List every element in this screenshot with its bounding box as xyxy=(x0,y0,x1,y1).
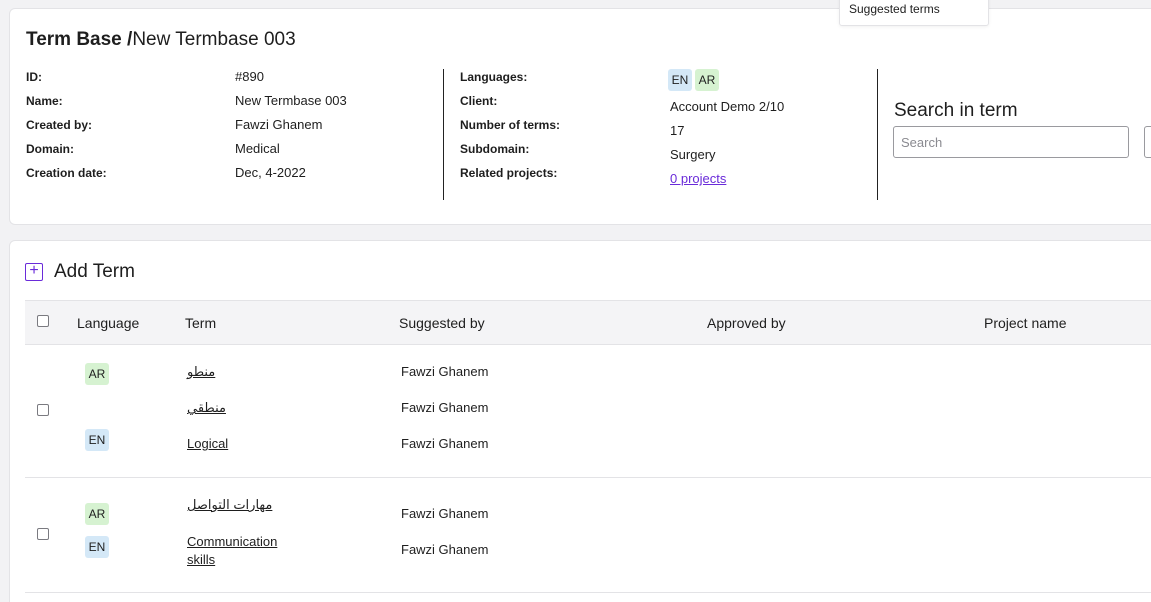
tooltip-text: Suggested terms xyxy=(849,2,940,16)
search-title: Search in term xyxy=(894,100,1018,121)
number-of-terms-value: 17 xyxy=(670,123,685,138)
row-separator xyxy=(25,477,1151,478)
id-label: ID: xyxy=(26,70,42,84)
created-by-value: Fawzi Ghanem xyxy=(235,117,323,132)
title-prefix: Term Base / xyxy=(26,29,133,50)
title-name: New Termbase 003 xyxy=(132,29,296,50)
suggested-by-value: Fawzi Ghanem xyxy=(401,364,489,379)
language-badge-ar: AR xyxy=(85,363,109,385)
suggested-terms-tooltip: Suggested terms xyxy=(839,0,989,26)
termbase-header-card: Term Base /New Termbase 003 ID: #890 Nam… xyxy=(9,8,1151,225)
row-separator xyxy=(25,592,1151,593)
subdomain-value: Surgery xyxy=(670,147,716,162)
column-divider xyxy=(443,69,444,200)
creation-date-label: Creation date: xyxy=(26,166,107,180)
suggested-by-value: Fawzi Ghanem xyxy=(401,542,489,557)
client-value: Account Demo 2/10 xyxy=(670,99,785,114)
term-link[interactable]: منطقي xyxy=(187,400,226,416)
term-link[interactable]: منطو xyxy=(187,364,215,380)
domain-label: Domain: xyxy=(26,142,74,156)
column-language: Language xyxy=(77,315,140,331)
term-link[interactable]: Logical xyxy=(187,436,228,451)
name-label: Name: xyxy=(26,94,63,108)
column-suggested-by: Suggested by xyxy=(399,315,485,331)
add-term-label: Add Term xyxy=(54,261,135,282)
column-project-name: Project name xyxy=(984,315,1067,331)
table-header: Language Term Suggested by Approved by P… xyxy=(25,300,1151,345)
column-term: Term xyxy=(185,315,217,331)
column-divider-search xyxy=(877,69,878,200)
domain-value: Medical xyxy=(235,141,280,156)
number-of-terms-label: Number of terms: xyxy=(460,118,561,132)
suggested-by-value: Fawzi Ghanem xyxy=(401,436,489,451)
name-value: New Termbase 003 xyxy=(235,93,347,108)
term-link[interactable]: Communication skills xyxy=(187,533,282,569)
term-link[interactable]: مهارات التواصل xyxy=(187,497,272,513)
select-all-checkbox[interactable] xyxy=(37,315,49,327)
suggested-by-value: Fawzi Ghanem xyxy=(401,506,489,521)
column-approved-by: Approved by xyxy=(707,315,786,331)
page-title: Term Base /New Termbase 003 xyxy=(26,29,296,51)
plus-icon: + xyxy=(25,263,43,281)
term-list-card: + Add Term Language Term Suggested by Ap… xyxy=(9,240,1151,602)
subdomain-label: Subdomain: xyxy=(460,142,530,156)
id-value: #890 xyxy=(235,69,264,84)
languages-label: Languages: xyxy=(460,70,528,84)
search-button[interactable] xyxy=(1144,126,1151,158)
language-badge-ar: AR xyxy=(85,503,109,525)
search-input[interactable] xyxy=(893,126,1129,158)
language-badge-en: EN xyxy=(668,69,692,91)
language-badge-en: EN xyxy=(85,536,109,558)
row-checkbox[interactable] xyxy=(37,528,49,540)
creation-date-value: Dec, 4-2022 xyxy=(235,165,306,180)
client-label: Client: xyxy=(460,94,498,108)
created-by-label: Created by: xyxy=(26,118,93,132)
language-badge-en: EN xyxy=(85,429,109,451)
row-checkbox[interactable] xyxy=(37,404,49,416)
related-projects-label: Related projects: xyxy=(460,166,558,180)
add-term-button[interactable]: + Add Term xyxy=(25,261,135,283)
language-badge-ar: AR xyxy=(695,69,719,91)
related-projects-link[interactable]: 0 projects xyxy=(670,171,726,186)
suggested-by-value: Fawzi Ghanem xyxy=(401,400,489,415)
